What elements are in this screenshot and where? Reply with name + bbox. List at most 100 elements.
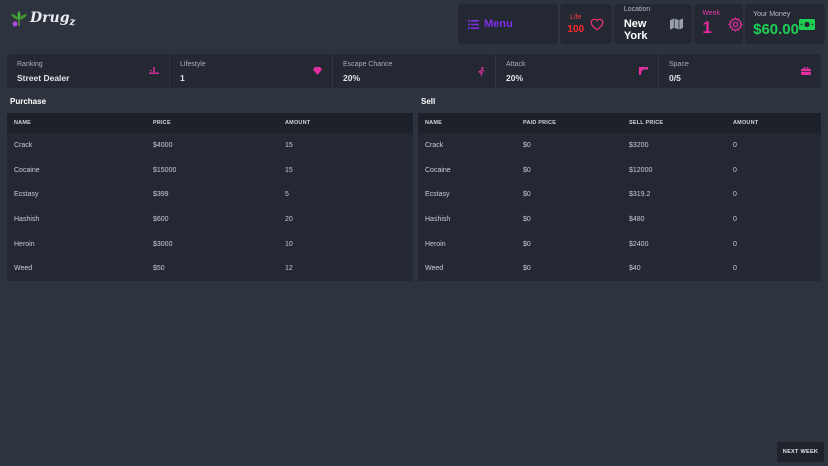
table-cell: $0 [523,265,531,273]
stat-label: Escape Chance [343,61,393,68]
briefcase-icon [801,67,811,75]
column-header: PRICE [153,120,171,126]
table-row[interactable]: Hashish $600 20 [7,207,413,232]
money-value: $60.00 [753,20,799,38]
table-cell: Weed [425,265,444,273]
table-cell: 0 [733,166,737,174]
table-cell: $40 [629,265,641,273]
table-cell: 0 [733,141,737,149]
column-header: NAME [425,120,442,126]
table-row[interactable]: Heroin $0 $2400 0 [418,232,821,257]
week-label: Week [702,10,721,17]
life-label: Life [570,13,582,21]
diamond-icon [313,67,322,75]
stat-value: 1 [180,73,185,83]
table-cell: 0 [733,265,737,273]
table-row[interactable]: Crack $4000 15 [7,133,413,158]
table-cell: $0 [523,240,531,248]
table-cell: $2400 [629,240,649,248]
leaf-logo-icon [11,11,27,27]
running-icon [478,67,485,76]
menu-label: Menu [484,18,513,30]
table-row[interactable]: Cocaine $15000 15 [7,158,413,183]
stat-escape-chance: Escape Chance 20% [333,54,496,88]
purchase-table: NAME PRICE AMOUNT Crack $4000 15 Cocaine $15… [7,113,413,282]
settings-gear-icon[interactable] [728,16,743,32]
table-cell: Crack [425,141,444,149]
street-icon [149,67,159,74]
table-row[interactable]: Weed $0 $40 0 [418,256,821,281]
table-cell: $319.2 [629,191,651,199]
table-cell: $600 [153,215,169,223]
table-cell: $0 [523,215,531,223]
column-header: AMOUNT [733,120,759,126]
table-row[interactable]: Crack $0 $3200 0 [418,133,821,158]
player-stats-bar: Ranking Street Dealer Lifestyle 1 Escape… [7,54,821,88]
menu-button[interactable]: Menu [458,4,558,44]
table-cell: 20 [285,215,293,223]
list-menu-icon [468,19,479,29]
cash-icon [799,18,815,30]
table-cell: 0 [733,215,737,223]
purchase-panel: Purchase NAME PRICE AMOUNT Crack $4000 15 C… [7,97,413,282]
table-cell: $15000 [153,166,177,174]
table-cell: Hashish [425,215,451,223]
table-row[interactable]: Ecstasy $0 $319.2 0 [418,182,821,207]
table-row[interactable]: Weed $50 12 [7,256,413,281]
table-cell: Heroin [425,240,446,248]
table-cell: Heroin [14,240,35,248]
table-cell: $12000 [629,166,653,174]
table-cell: Cocaine [425,166,451,174]
table-row[interactable]: Heroin $3000 10 [7,232,413,257]
gun-icon [639,67,648,75]
stat-value: 20% [506,73,524,83]
table-cell: $0 [523,141,531,149]
sell-title: Sell [421,97,436,106]
table-header: NAME PAID PRICE SELL PRICE AMOUNT [418,113,821,133]
table-cell: 0 [733,240,737,248]
table-cell: $4000 [153,141,173,149]
money-label: Your Money [753,10,791,18]
table-row[interactable]: Cocaine $0 $12000 0 [418,158,821,183]
location-selector[interactable]: Location New York [613,4,693,44]
stat-label: Lifestyle [180,61,206,68]
table-cell: 5 [285,191,289,199]
table-cell: $480 [629,215,645,223]
table-cell: 12 [285,265,293,273]
table-cell: $0 [523,166,531,174]
column-header: PAID PRICE [523,120,557,126]
table-cell: 10 [285,240,293,248]
stat-value: 0/5 [669,73,681,83]
stat-label: Attack [506,61,526,68]
heart-icon [590,18,604,31]
column-header: NAME [14,120,31,126]
stat-value: 20% [343,73,361,83]
table-cell: Ecstasy [425,191,450,199]
life-indicator: Life 100 [559,4,612,44]
table-cell: $399 [153,191,169,199]
stat-value: Street Dealer [17,73,70,83]
next-week-button[interactable]: NEXT WEEK [777,442,824,462]
stat-label: Space [669,61,689,68]
table-cell: Cocaine [14,166,40,174]
life-value: 100 [567,23,585,35]
table-header: NAME PRICE AMOUNT [7,113,413,133]
table-cell: Ecstasy [14,191,39,199]
table-cell: 15 [285,166,293,174]
column-header: SELL PRICE [629,120,664,126]
stat-label: Ranking [17,61,43,68]
sell-table: NAME PAID PRICE SELL PRICE AMOUNT Crack $… [418,113,821,282]
table-cell: $50 [153,265,165,273]
top-bar: Menu Life 100 Location New York Week 1 Y… [458,4,825,44]
app-logo-text: Drugz [30,10,76,28]
sell-panel: Sell NAME PAID PRICE SELL PRICE AMOUNT C… [418,97,821,282]
column-header: AMOUNT [285,120,311,126]
stat-space: Space 0/5 [659,54,821,88]
table-row[interactable]: Ecstasy $399 5 [7,182,413,207]
stat-lifestyle: Lifestyle 1 [170,54,333,88]
table-cell: 0 [733,191,737,199]
table-cell: $3200 [629,141,649,149]
table-row[interactable]: Hashish $0 $480 0 [418,207,821,232]
week-indicator: Week 1 [694,4,744,44]
purchase-title: Purchase [10,97,47,106]
